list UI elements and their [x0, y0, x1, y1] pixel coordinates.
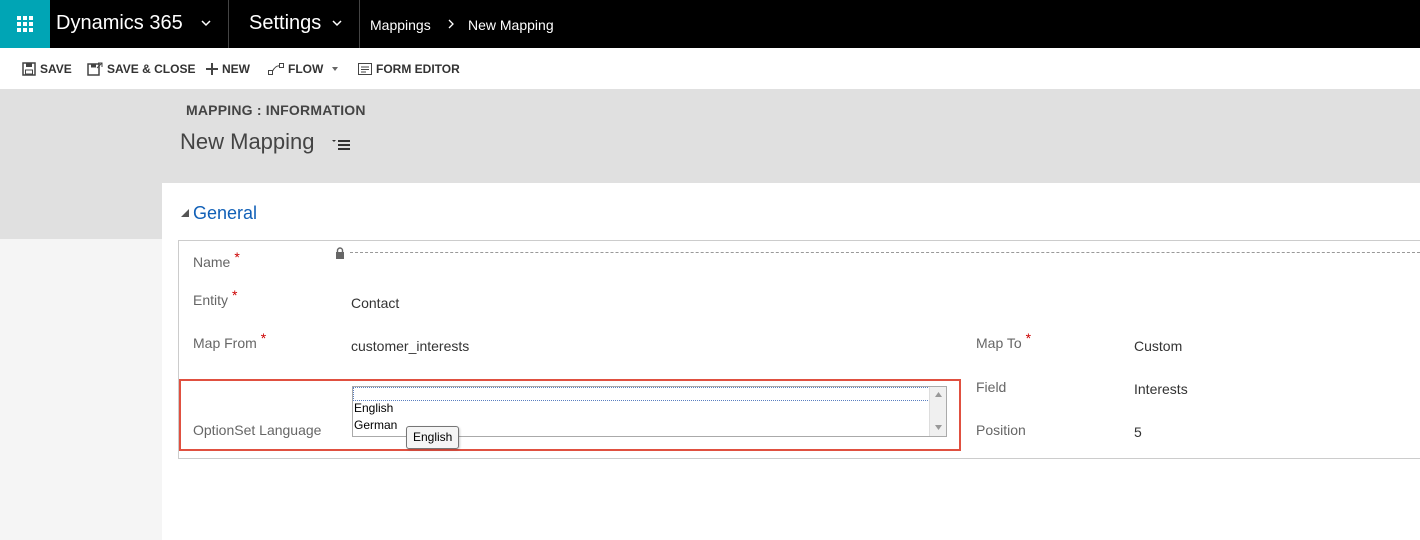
listbox-option-german[interactable]: German: [354, 418, 397, 432]
app-launcher-button[interactable]: [0, 0, 50, 48]
command-bar: SAVE SAVE & CLOSE NEW FLOW FORM EDITOR: [0, 48, 1420, 89]
form-editor-icon: [358, 63, 372, 75]
chevron-right-icon: [448, 19, 454, 29]
save-label: SAVE: [40, 62, 72, 76]
collapse-arrow-icon[interactable]: [181, 209, 189, 217]
form-editor-label: FORM EDITOR: [376, 62, 460, 76]
required-indicator: *: [232, 287, 238, 303]
map-from-value[interactable]: customer_interests: [351, 338, 469, 354]
listbox-scrollbar[interactable]: [929, 387, 946, 436]
field-value[interactable]: Interests: [1134, 381, 1188, 397]
entity-value[interactable]: Contact: [351, 295, 399, 311]
save-close-label: SAVE & CLOSE: [107, 62, 196, 76]
required-indicator: *: [1025, 330, 1032, 346]
chevron-down-icon[interactable]: [200, 17, 212, 29]
position-label: Position: [976, 422, 1026, 438]
left-panel: [0, 183, 162, 239]
lock-icon: [336, 247, 344, 259]
scroll-up-icon[interactable]: [935, 392, 942, 397]
left-panel-lower: [0, 239, 162, 540]
flow-label: FLOW: [288, 62, 324, 76]
optionset-language-label: OptionSet Language: [193, 422, 322, 438]
page-title: New Mapping: [180, 129, 315, 154]
listbox-option-empty[interactable]: [353, 387, 930, 401]
flow-button[interactable]: FLOW: [268, 61, 345, 77]
caret-down-icon: [332, 67, 339, 71]
top-navigation-bar: Dynamics 365 Settings Mappings New Mappi…: [0, 0, 1420, 48]
tooltip: English: [406, 426, 460, 449]
name-label: Name *: [193, 249, 240, 270]
map-from-label: Map From *: [193, 330, 267, 351]
field-label: Field: [976, 379, 1007, 395]
form-selector[interactable]: MAPPING : INFORMATION: [186, 102, 366, 118]
map-to-value[interactable]: Custom: [1134, 338, 1182, 354]
form-editor-button[interactable]: FORM EDITOR: [358, 61, 460, 77]
divider: [228, 0, 229, 48]
position-value[interactable]: 5: [1134, 424, 1142, 440]
app-name[interactable]: Dynamics 365: [56, 12, 183, 35]
save-close-icon: [87, 62, 103, 76]
listbox-option-english[interactable]: English: [354, 401, 393, 415]
save-button[interactable]: SAVE: [22, 61, 72, 77]
scroll-down-icon[interactable]: [935, 425, 942, 430]
divider: [359, 0, 360, 48]
name-field[interactable]: [350, 252, 1420, 253]
plus-icon: [206, 63, 218, 75]
chevron-down-icon[interactable]: [331, 17, 343, 29]
save-icon: [22, 62, 36, 76]
breadcrumb-new-mapping[interactable]: New Mapping: [468, 17, 554, 33]
breadcrumb-mappings[interactable]: Mappings: [370, 17, 431, 33]
map-to-label: Map To *: [976, 330, 1032, 351]
waffle-icon: [17, 16, 33, 32]
save-and-close-button[interactable]: SAVE & CLOSE: [87, 61, 195, 77]
required-indicator: *: [260, 330, 267, 346]
menu-icon[interactable]: [332, 137, 350, 151]
area-selector[interactable]: Settings: [249, 12, 321, 35]
new-label: NEW: [222, 62, 250, 76]
entity-label: Entity *: [193, 287, 238, 308]
new-button[interactable]: NEW: [206, 61, 250, 77]
required-indicator: *: [234, 249, 240, 265]
flow-icon: [268, 63, 284, 75]
section-title-general[interactable]: General: [193, 203, 257, 224]
